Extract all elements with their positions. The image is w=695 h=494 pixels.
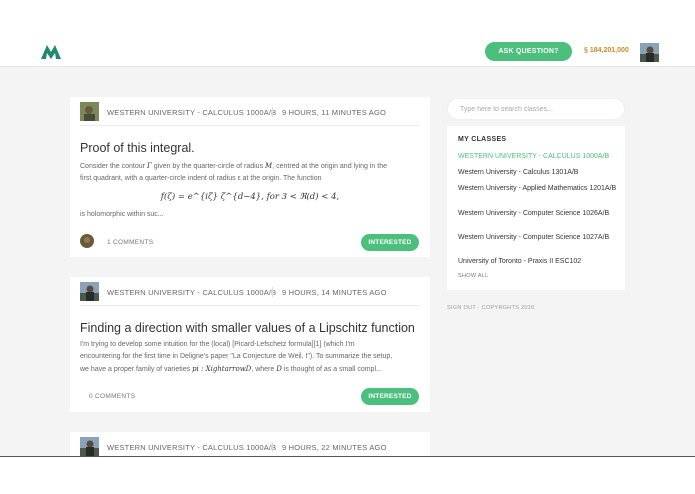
question-header: WESTERN UNIVERSITY - CALCULUS 1000A/B 9 …	[80, 437, 420, 456]
my-classes-title: MY CLASSES	[458, 136, 507, 143]
class-item[interactable]: WESTERN UNIVERSITY - CALCULUS 1000A/B	[458, 152, 618, 161]
sidebar-footer[interactable]: SIGN OUT · COPYRGHTS 2016	[447, 305, 534, 311]
class-item[interactable]: Western University - Applied Mathematics…	[458, 184, 618, 193]
ask-question-button[interactable]: ASK QUESTION?	[485, 42, 572, 61]
header-divider	[272, 442, 273, 452]
question-body: I'm trying to develop some intuition for…	[80, 341, 393, 373]
show-all-link[interactable]: SHOW ALL	[458, 273, 489, 279]
question-class[interactable]: WESTERN UNIVERSITY - CALCULUS 1000A/B	[107, 443, 276, 452]
class-item[interactable]: Western University - Calculus 1301A/B	[458, 168, 618, 177]
class-search-input[interactable]	[447, 98, 625, 120]
question-time: 9 HOURS, 22 MINUTES AGO	[282, 443, 387, 452]
question-class[interactable]: WESTERN UNIVERSITY - CALCULUS 1000A/B	[107, 108, 276, 117]
header-divider	[272, 107, 273, 117]
question-formula: f(ζ) = e^{iζ} ζ^{d−4}, for 3 < ℜ(d) < 4,	[160, 192, 340, 202]
author-avatar[interactable]	[80, 282, 99, 301]
question-excerpt: is holomorphic within suc...	[80, 211, 164, 218]
credits-balance: § 184,201,000	[584, 47, 629, 54]
app-window: ASK QUESTION? § 184,201,000 WESTERN UNIV…	[0, 36, 695, 457]
class-item[interactable]: Western University - Computer Science 10…	[458, 233, 618, 242]
question-card: WESTERN UNIVERSITY - CALCULUS 1000A/B 9 …	[70, 97, 430, 257]
interested-button[interactable]: INTERESTED	[361, 388, 419, 405]
m-logo-icon[interactable]	[41, 45, 61, 59]
my-classes-panel: MY CLASSES WESTERN UNIVERSITY - CALCULUS…	[447, 126, 625, 290]
class-item[interactable]: University of Toronto - Praxis II ESC102	[458, 257, 618, 266]
question-card: WESTERN UNIVERSITY - CALCULUS 1000A/B 9 …	[70, 277, 430, 412]
question-class[interactable]: WESTERN UNIVERSITY - CALCULUS 1000A/B	[107, 288, 276, 297]
author-avatar[interactable]	[80, 437, 99, 456]
question-card: WESTERN UNIVERSITY - CALCULUS 1000A/B 9 …	[70, 432, 430, 456]
comments-link[interactable]: 1 COMMENTS	[107, 239, 153, 246]
question-time: 9 HOURS, 11 MINUTES AGO	[282, 108, 387, 117]
commenter-avatar[interactable]	[80, 234, 94, 248]
question-body: Consider the contour Γ given by the quar…	[80, 162, 387, 182]
question-title[interactable]: Proof of this integral.	[80, 141, 195, 155]
author-avatar[interactable]	[80, 102, 99, 121]
question-header: WESTERN UNIVERSITY - CALCULUS 1000A/B 9 …	[80, 102, 420, 126]
interested-button[interactable]: INTERESTED	[361, 234, 419, 251]
user-avatar[interactable]	[640, 43, 659, 62]
comments-link[interactable]: 0 COMMENTS	[89, 393, 135, 400]
header-divider	[272, 287, 273, 297]
top-navbar: ASK QUESTION? § 184,201,000	[0, 36, 695, 67]
question-time: 9 HOURS, 14 MINUTES AGO	[282, 288, 387, 297]
question-header: WESTERN UNIVERSITY - CALCULUS 1000A/B 9 …	[80, 282, 420, 306]
class-item[interactable]: Western University - Computer Science 10…	[458, 209, 618, 218]
question-title[interactable]: Finding a direction with smaller values …	[80, 321, 415, 335]
